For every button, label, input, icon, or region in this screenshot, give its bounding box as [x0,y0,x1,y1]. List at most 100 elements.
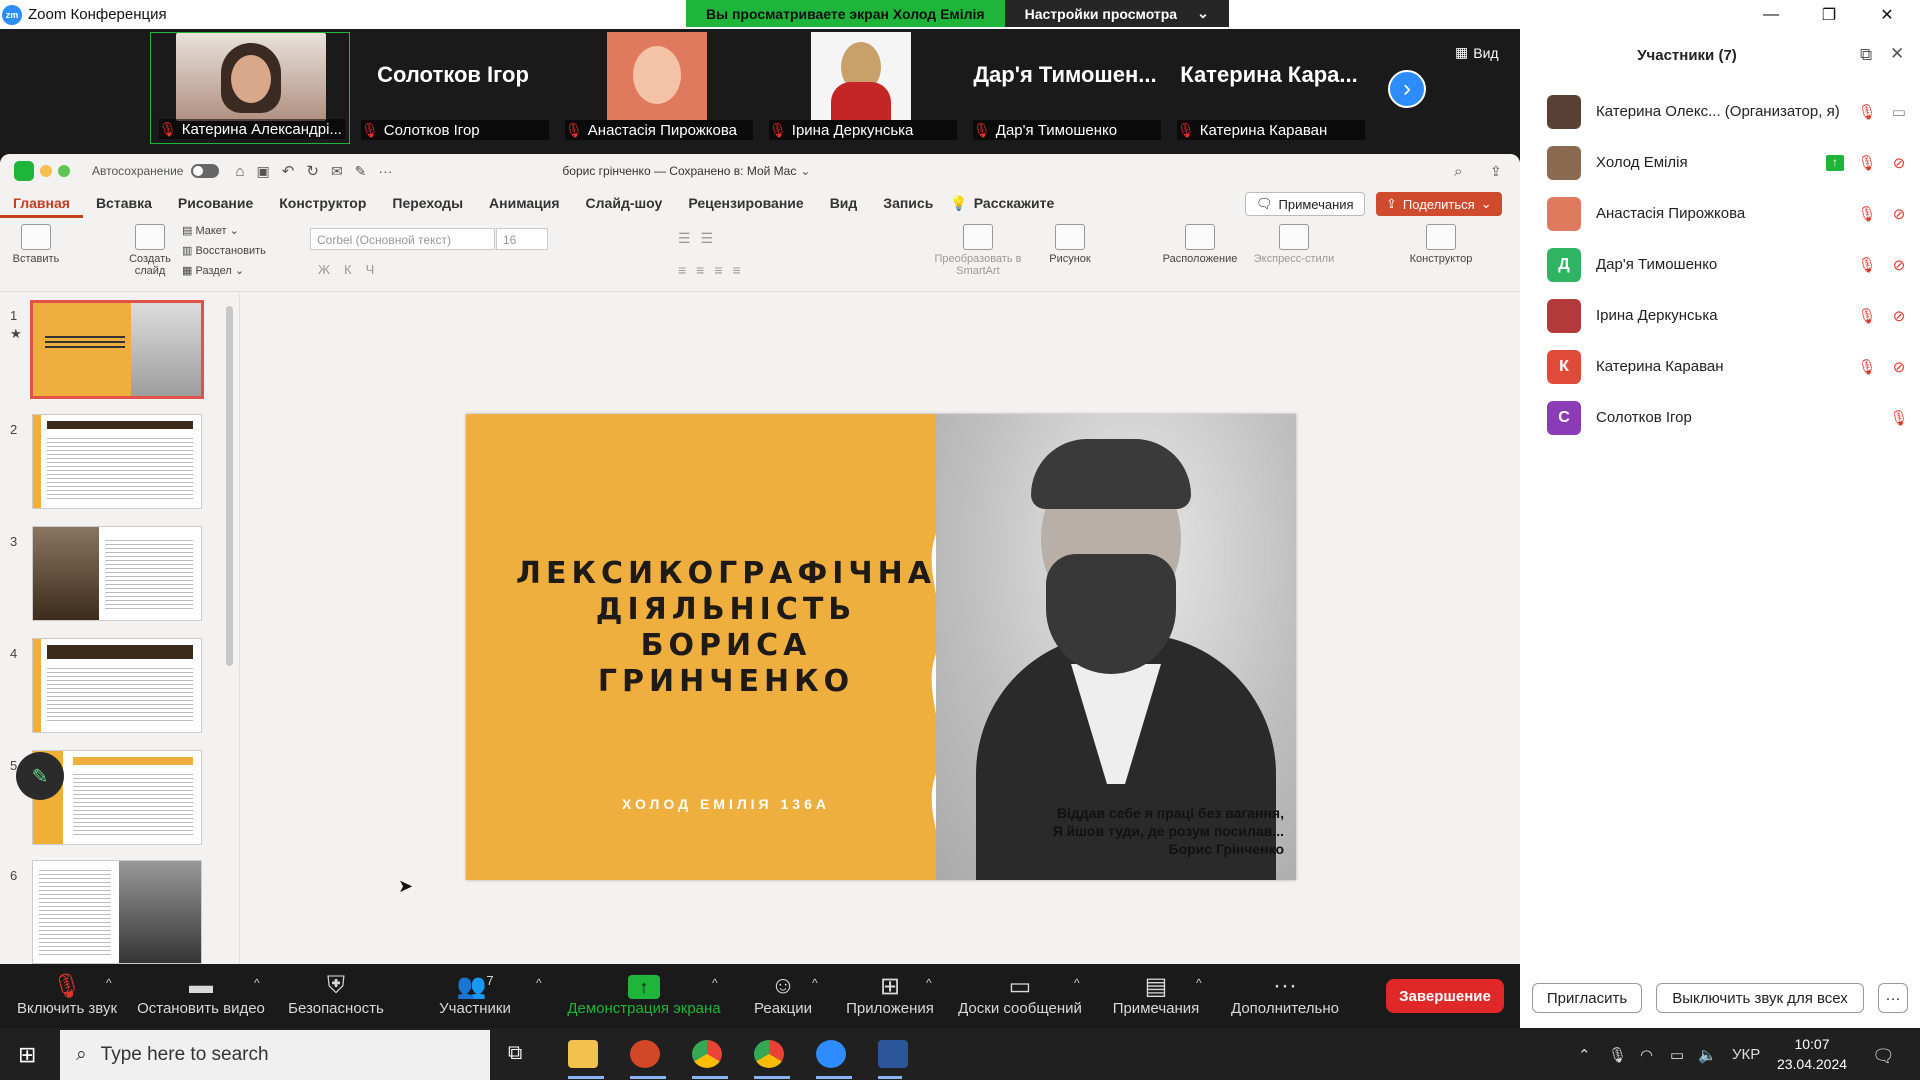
language-indicator[interactable]: УКР [1732,1046,1760,1063]
taskbar-search-input[interactable]: ⌕ Type here to search [60,1030,490,1080]
edit-icon[interactable]: ✎ [355,163,367,180]
mute-all-button[interactable]: Выключить звук для всех [1656,983,1864,1013]
tab-insert[interactable]: Вставка [83,195,165,211]
participants-button[interactable]: 👥7 Участники [430,972,520,1017]
thumbnail-scrollbar[interactable] [226,306,233,666]
mic-muted-icon[interactable]: 🎙 [1856,358,1878,376]
close-icon[interactable]: ✕ [1890,44,1904,64]
save-icon[interactable]: ▣ [257,163,270,180]
video-icon[interactable]: ▭ [1888,103,1910,121]
smartart-button[interactable]: Преобразовать в SmartArt [930,224,1026,277]
participant-row[interactable]: Ірина Деркунська 🎙 ⊘ [1520,290,1920,341]
participant-row[interactable]: Холод Емілія ↑ 🎙 ⊘ [1520,137,1920,188]
ppt-share-button[interactable]: ⇪ Поделиться ⌄ [1376,192,1502,216]
search-icon[interactable]: ⌕ [1454,163,1462,180]
view-settings-button[interactable]: Настройки просмотра ⌄ [1004,0,1229,27]
mic-muted-icon[interactable]: 🎙 [1856,103,1878,121]
participant-row[interactable]: Д Дар'я Тимошенко 🎙 ⊘ [1520,239,1920,290]
chevron-up-icon[interactable]: ^ [254,976,260,990]
tab-review[interactable]: Рецензирование [675,195,816,211]
tell-me-search[interactable]: Расскажите [968,195,1067,211]
task-view-icon[interactable]: ⧉ [508,1042,522,1065]
chevron-up-icon[interactable]: ^ [1196,976,1202,990]
participant-row[interactable]: Анастасія Пирожкова 🎙 ⊘ [1520,188,1920,239]
reset-button[interactable]: ▥ Восстановить [182,244,266,257]
mic-muted-icon[interactable]: 🎙 [1856,154,1878,172]
share-screen-button[interactable]: ↑ Демонстрация экрана [564,972,724,1017]
font-family-select[interactable]: Corbel (Основной текст) [310,228,495,250]
tab-view[interactable]: Вид [817,195,871,211]
mic-muted-icon[interactable]: 🎙 [1888,409,1910,427]
undo-icon[interactable]: ↶ [282,162,295,180]
more-button[interactable]: ··· Дополнительно [1226,972,1344,1017]
slide-thumbnail[interactable] [32,526,202,621]
comments-button[interactable]: 🗨 Примечания [1245,192,1365,216]
designer-button[interactable]: Конструктор [1404,224,1478,265]
video-tile[interactable]: Катерина Кара... 🎙 Катерина Караван [1169,32,1369,144]
end-meeting-button[interactable]: Завершение [1386,979,1504,1013]
mail-icon[interactable]: ✉ [331,163,343,180]
file-explorer-icon[interactable] [568,1040,598,1068]
minimize-dot-icon[interactable] [40,165,52,177]
apps-button[interactable]: ⊞ Приложения [842,972,938,1017]
tab-animations[interactable]: Анимация [476,195,573,211]
chevron-up-icon[interactable]: ^ [1074,976,1080,990]
powerpoint-icon[interactable] [630,1040,660,1068]
share-icon[interactable]: ⇪ [1490,163,1502,180]
whiteboards-button[interactable]: ▭ Доски сообщений [954,972,1086,1017]
video-off-icon[interactable]: ⊘ [1888,205,1910,223]
tab-draw[interactable]: Рисование [165,195,266,211]
current-slide[interactable]: ЛЕКСИКОГРАФІЧНА ДІЯЛЬНІСТЬ БОРИСА ГРИНЧЕ… [466,414,1296,880]
pop-out-icon[interactable]: ⧉ [1860,45,1872,65]
chrome-icon[interactable] [692,1040,722,1068]
stop-video-button[interactable]: ▬ Остановить видео [136,972,266,1017]
battery-icon[interactable]: ▭ [1670,1046,1684,1064]
participant-row[interactable]: Катерина Олекс... (Организатор, я) 🎙 ▭ [1520,86,1920,137]
restore-button[interactable]: ❐ [1800,0,1858,29]
chrome-icon[interactable] [754,1040,784,1068]
section-button[interactable]: ▦ Раздел ⌄ [182,264,244,277]
video-off-icon[interactable]: ⊘ [1888,358,1910,376]
home-icon[interactable]: ⌂ [235,163,244,180]
close-window-button[interactable]: ✕ [1858,0,1916,29]
view-button[interactable]: ▦ Вид [1455,44,1499,61]
tab-slideshow[interactable]: Слайд-шоу [573,195,676,211]
quick-styles-button[interactable]: Экспресс-стили [1246,224,1342,265]
wifi-icon[interactable]: ◠ [1640,1046,1653,1064]
video-off-icon[interactable]: ⊘ [1888,307,1910,325]
clock[interactable]: 10:07 23.04.2024 [1774,1034,1850,1074]
next-page-arrow-icon[interactable]: › [1388,70,1426,108]
notes-button[interactable]: ▤ Примечания [1108,972,1204,1017]
text-format-buttons[interactable]: ЖКЧ [318,262,388,277]
chevron-up-icon[interactable]: ^ [812,976,818,990]
arrange-button[interactable]: Расположение [1158,224,1242,265]
video-tile[interactable]: Солотков Ігор 🎙 Солотков Ігор [353,32,553,144]
tray-chevron-icon[interactable]: ⌃ [1578,1046,1591,1064]
chevron-up-icon[interactable]: ^ [712,976,718,990]
mic-muted-icon[interactable]: 🎙 [1856,205,1878,223]
zoom-icon[interactable] [816,1040,846,1068]
windows-start-icon[interactable]: ⊞ [18,1042,36,1068]
more-options-button[interactable]: ··· [1878,983,1908,1013]
notifications-icon[interactable]: 🗨 [1872,1046,1895,1067]
video-off-icon[interactable]: ⊘ [1888,256,1910,274]
layout-button[interactable]: ▤ Макет ⌄ [182,224,239,237]
video-off-icon[interactable]: ⊘ [1888,154,1910,172]
picture-button[interactable]: Рисунок [1044,224,1096,265]
security-button[interactable]: ⛨ Безопасность [286,972,386,1017]
autosave-toggle[interactable] [191,164,220,178]
list-buttons[interactable]: ☰☰ [678,230,723,247]
paste-button[interactable]: Вставить [10,224,62,265]
mic-muted-icon[interactable]: 🎙 [1856,256,1878,274]
tab-design[interactable]: Конструктор [266,195,379,211]
zoom-dot-icon[interactable] [58,165,70,177]
slide-thumbnail[interactable] [32,414,202,509]
annotate-pencil-icon[interactable]: ✎ [16,752,64,800]
word-icon[interactable] [878,1040,908,1068]
slide-thumbnail[interactable] [32,860,202,964]
video-tile[interactable]: 🎙 Ірина Деркунська [761,32,961,144]
slide-thumbnail[interactable] [32,638,202,733]
document-title[interactable]: борис грінченко — Сохранено в: Мой Mac [562,164,796,178]
volume-icon[interactable]: 🔈 [1698,1046,1717,1064]
minimize-button[interactable]: — [1742,0,1800,29]
